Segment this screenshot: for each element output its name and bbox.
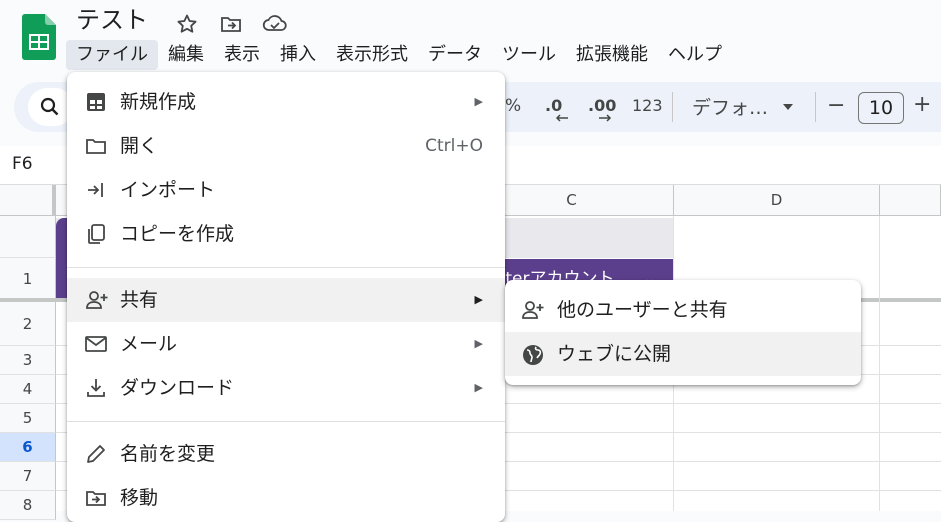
menu-help[interactable]: ヘルプ (658, 40, 732, 70)
menu-item-label: コピーを作成 (120, 223, 235, 245)
column-header-d[interactable]: D (674, 185, 880, 216)
increase-decimal-label: .00 (588, 96, 617, 115)
submenu-arrow-icon: ▶ (474, 95, 483, 108)
menu-item-import[interactable]: インポート (67, 168, 505, 212)
menu-item-label: インポート (120, 179, 216, 201)
move-folder-icon[interactable] (219, 12, 243, 36)
submenu-item-publish-to-web[interactable]: ウェブに公開 (505, 332, 861, 376)
menu-item-label: 共有 (120, 289, 159, 311)
menu-format[interactable]: 表示形式 (326, 40, 418, 70)
decrease-font-size-button[interactable]: − (827, 93, 845, 118)
menu-item-download[interactable]: ダウンロード ▶ (67, 366, 505, 410)
menu-item-open[interactable]: 開く Ctrl+O (67, 124, 505, 168)
toolbar-divider (672, 92, 673, 122)
menu-item-make-copy[interactable]: コピーを作成 (67, 212, 505, 256)
row-header-1[interactable]: 1 (0, 258, 56, 300)
submenu-item-label: 他のユーザーと共有 (557, 299, 728, 321)
row-header-5[interactable]: 5 (0, 404, 56, 433)
row-header-4[interactable]: 4 (0, 375, 56, 404)
submenu-item-share-with-others[interactable]: 他のユーザーと共有 (505, 288, 861, 332)
globe-icon (521, 343, 545, 365)
arrow-right-icon (599, 114, 612, 122)
row-header-blank[interactable] (0, 216, 56, 258)
mail-icon (85, 333, 107, 355)
menu-item-rename[interactable]: 名前を変更 (67, 432, 505, 476)
download-icon (85, 377, 107, 399)
menu-separator (67, 421, 505, 422)
submenu-arrow-icon: ▶ (474, 293, 483, 306)
copy-icon (85, 223, 107, 245)
menu-item-share[interactable]: 共有 ▶ (67, 278, 505, 322)
submenu-item-label: ウェブに公開 (557, 343, 672, 365)
name-box[interactable]: F6 (12, 154, 33, 174)
menu-insert[interactable]: 挿入 (270, 40, 326, 70)
increase-decimal-button[interactable]: .00 (588, 96, 617, 122)
menu-extensions[interactable]: 拡張機能 (566, 40, 658, 70)
new-sheet-icon (85, 91, 107, 113)
menu-data[interactable]: データ (418, 40, 492, 70)
row-header-6[interactable]: 6 (0, 433, 56, 462)
percent-format-button[interactable]: % (505, 96, 521, 116)
increase-font-size-button[interactable]: + (913, 92, 931, 117)
arrow-left-icon (555, 114, 568, 122)
font-family-select[interactable]: デフォ… (692, 93, 768, 120)
menu-item-new[interactable]: 新規作成 ▶ (67, 80, 505, 124)
menu-file[interactable]: ファイル (66, 40, 158, 70)
share-person-icon (85, 289, 108, 311)
row-header-8[interactable]: 8 (0, 491, 56, 520)
file-menu: 新規作成 ▶ 開く Ctrl+O インポート コピーを作成 共有 ▶ メール ▶ (67, 72, 505, 522)
move-icon (85, 487, 107, 509)
menu-edit[interactable]: 編集 (158, 40, 214, 70)
menu-tools[interactable]: ツール (492, 40, 566, 70)
menu-item-label: 移動 (120, 487, 159, 509)
pencil-icon (85, 443, 107, 465)
menu-separator (67, 267, 505, 268)
sheets-logo-icon[interactable] (22, 14, 56, 60)
cloud-saved-icon[interactable] (262, 12, 287, 36)
grid-line (879, 216, 880, 511)
star-icon[interactable] (175, 12, 199, 36)
column-header-e[interactable] (880, 185, 941, 216)
submenu-arrow-icon: ▶ (474, 337, 483, 350)
menu-view[interactable]: 表示 (214, 40, 270, 70)
import-icon (85, 179, 107, 201)
decrease-decimal-button[interactable]: .0 (545, 96, 568, 122)
select-all-corner[interactable] (0, 185, 56, 216)
row-header-3[interactable]: 3 (0, 346, 56, 375)
menu-item-label: 開く (120, 135, 159, 157)
folder-open-icon (85, 135, 107, 157)
menu-item-label: メール (120, 333, 178, 355)
menu-item-email[interactable]: メール ▶ (67, 322, 505, 366)
share-submenu: 他のユーザーと共有 ウェブに公開 (505, 280, 861, 385)
menu-item-shortcut: Ctrl+O (425, 136, 483, 156)
menu-item-label: 新規作成 (120, 91, 197, 113)
menu-item-move[interactable]: 移動 (67, 476, 505, 520)
number-format-button[interactable]: 123 (632, 96, 663, 115)
menu-bar: ファイル 編集 表示 挿入 表示形式 データ ツール 拡張機能 ヘルプ (66, 40, 732, 70)
row-header-2[interactable]: 2 (0, 302, 56, 346)
font-size-input[interactable]: 10 (858, 92, 904, 124)
menu-item-label: 名前を変更 (120, 443, 216, 465)
submenu-arrow-icon: ▶ (474, 381, 483, 394)
search-icon (40, 97, 60, 117)
decrease-decimal-label: .0 (545, 96, 563, 115)
document-title[interactable]: テスト (76, 5, 148, 35)
toolbar-divider (815, 92, 816, 122)
row-header-7[interactable]: 7 (0, 462, 56, 491)
menu-item-label: ダウンロード (120, 377, 235, 399)
font-dropdown-icon[interactable] (782, 103, 794, 111)
add-person-icon (521, 299, 545, 321)
